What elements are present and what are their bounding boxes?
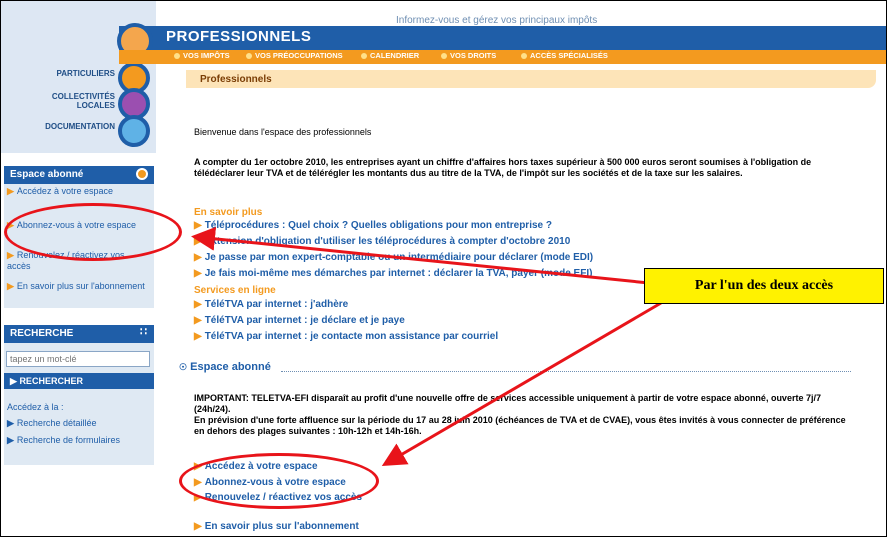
arrow-to-main [381,301,662,467]
screenshot-frame: PARTICULIERS COLLECTIVITÉS LOCALES DOCUM… [0,0,887,537]
callout-box: Par l'un des deux accès [644,268,884,304]
arrow-to-sidebar [191,226,650,285]
